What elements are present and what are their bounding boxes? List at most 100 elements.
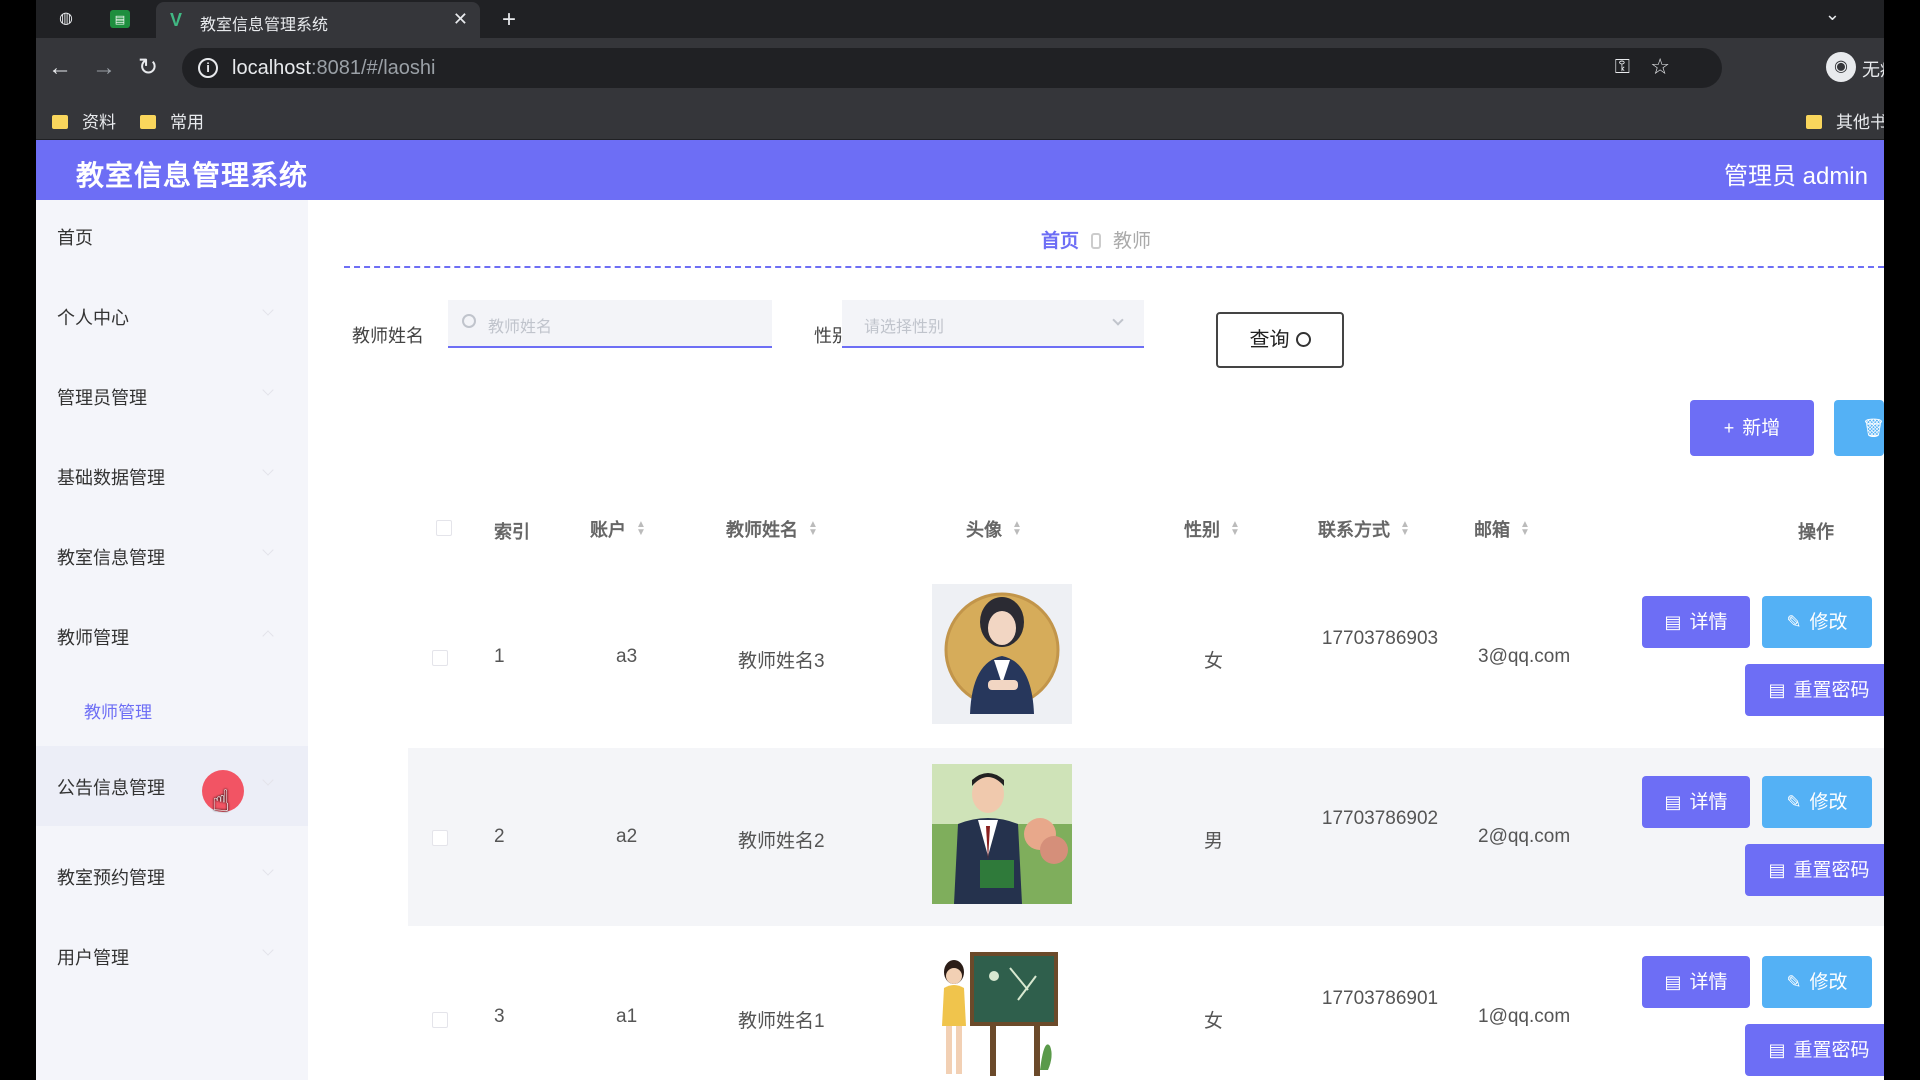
cell-email: 2@qq.com	[1478, 826, 1571, 847]
chevron-down-icon	[262, 544, 274, 556]
breadcrumb-separator-icon	[1091, 233, 1101, 249]
sheets-tab-icon[interactable]: ▤	[110, 10, 130, 28]
document-icon: ▤	[1768, 860, 1786, 880]
detail-button[interactable]: ▤ 详情	[1642, 956, 1750, 1008]
column-header-email[interactable]: 邮箱 ▲ ▼	[1474, 516, 1530, 542]
sidebar-item-users[interactable]: 用户管理	[36, 926, 308, 986]
edit-button-label: 修改	[1809, 612, 1848, 633]
sort-icon[interactable]: ▲ ▼	[1012, 520, 1022, 538]
close-tab-icon[interactable]: ✕	[453, 9, 468, 30]
sidebar-item-basic-data[interactable]: 基础数据管理	[36, 446, 308, 506]
detail-button[interactable]: ▤ 详情	[1642, 596, 1750, 648]
hand-cursor-icon: ☝	[212, 785, 231, 818]
column-header-contact[interactable]: 联系方式 ▲ ▼	[1318, 516, 1410, 542]
sidebar-item-label: 基础数据管理	[57, 468, 165, 488]
reset-password-button[interactable]: ▤ 重置密码	[1745, 664, 1884, 716]
cell-email: 1@qq.com	[1478, 1006, 1571, 1027]
browser-toolbar: ← → ↻ i localhost:8081/#/laoshi ⚿ ☆ ◉ 无痕	[36, 38, 1884, 98]
reset-password-button-label: 重置密码	[1793, 860, 1870, 881]
incognito-label[interactable]: 无痕	[1862, 56, 1884, 82]
teacher-avatar-image	[932, 584, 1072, 724]
gender-select-placeholder: 请选择性别	[864, 319, 945, 336]
sidebar-item-label: 用户管理	[57, 948, 129, 968]
bookmark-other[interactable]: 其他书签	[1806, 108, 1884, 133]
sidebar-item-label: 教室信息管理	[57, 548, 165, 568]
cell-phone: 17703786902	[1321, 808, 1439, 829]
new-tab-icon[interactable]: +	[502, 6, 516, 34]
sidebar-subitem-teacher-management[interactable]: 教师管理	[36, 680, 308, 740]
column-header-label: 性别	[1184, 520, 1220, 540]
folder-icon	[52, 115, 68, 129]
breadcrumb-current: 教师	[1113, 231, 1152, 252]
reset-password-button[interactable]: ▤ 重置密码	[1745, 1024, 1884, 1076]
bookmark-folder-1[interactable]: 资料	[52, 108, 116, 133]
folder-icon	[1806, 115, 1822, 129]
detail-button-label: 详情	[1689, 972, 1728, 993]
sort-icon[interactable]: ▲ ▼	[808, 520, 818, 538]
name-search-input[interactable]: 教师姓名	[448, 300, 772, 348]
query-button[interactable]: 查询	[1216, 312, 1344, 368]
delete-button[interactable]: 🗑删除	[1834, 400, 1884, 456]
select-all-checkbox[interactable]	[436, 520, 452, 536]
column-header-index: 索引	[494, 522, 530, 542]
name-filter-label: 教师姓名	[352, 326, 424, 346]
cell-index: 2	[494, 826, 505, 847]
sidebar-item-label: 教师管理	[57, 628, 129, 648]
sidebar-item-announcement[interactable]: 公告信息管理	[36, 746, 308, 826]
edit-button[interactable]: ✎ 修改	[1762, 596, 1872, 648]
document-icon: ▤	[1664, 612, 1682, 632]
sidebar-item-home[interactable]: 首页	[36, 206, 308, 266]
site-info-icon[interactable]: i	[198, 58, 218, 78]
current-user[interactable]: 管理员 admin	[1724, 156, 1868, 191]
sidebar-item-teacher-management[interactable]: 教师管理	[36, 606, 308, 666]
cell-email: 3@qq.com	[1478, 646, 1571, 667]
tab-search-chevron-icon[interactable]: ⌄	[1825, 4, 1840, 25]
edit-button[interactable]: ✎ 修改	[1762, 956, 1872, 1008]
cell-gender: 女	[1204, 1011, 1224, 1032]
cell-index: 1	[494, 646, 505, 667]
column-header-teacher-name[interactable]: 教师姓名 ▲ ▼	[726, 516, 818, 542]
sidebar-item-admin-management[interactable]: 管理员管理	[36, 366, 308, 426]
reload-icon[interactable]: ↻	[138, 54, 158, 82]
plus-icon: +	[1723, 418, 1735, 438]
sort-icon[interactable]: ▲ ▼	[1230, 520, 1240, 538]
incognito-icon[interactable]: ◉	[1826, 52, 1856, 82]
search-icon	[1295, 332, 1311, 347]
row-checkbox[interactable]	[432, 1012, 448, 1028]
globe-icon[interactable]: ◍	[56, 9, 76, 29]
key-icon[interactable]: ⚿	[1615, 56, 1630, 79]
column-header-gender[interactable]: 性别 ▲ ▼	[1184, 516, 1240, 542]
reset-password-button[interactable]: ▤ 重置密码	[1745, 844, 1884, 896]
add-button[interactable]: + 新增	[1690, 400, 1814, 456]
chevron-down-icon	[262, 464, 274, 476]
sort-icon[interactable]: ▲ ▼	[1520, 520, 1530, 538]
sort-icon[interactable]: ▲ ▼	[1400, 520, 1410, 538]
browser-tab-active[interactable]: V 教室信息管理系统 ✕	[156, 2, 480, 38]
url-text[interactable]: localhost:8081/#/laoshi	[232, 57, 435, 80]
bookmark-folder-2[interactable]: 常用	[140, 108, 204, 133]
edit-button-label: 修改	[1809, 972, 1848, 993]
sidebar-item-reservation[interactable]: 教室预约管理	[36, 846, 308, 906]
search-icon	[462, 314, 476, 328]
cell-teacher-name: 教师姓名2	[738, 831, 825, 852]
sidebar-item-personal-center[interactable]: 个人中心	[36, 286, 308, 346]
cell-account: a1	[616, 1006, 638, 1027]
edit-button[interactable]: ✎ 修改	[1762, 776, 1872, 828]
detail-button[interactable]: ▤ 详情	[1642, 776, 1750, 828]
row-checkbox[interactable]	[432, 650, 448, 666]
bookmark-star-icon[interactable]: ☆	[1650, 54, 1670, 80]
column-header-avatar[interactable]: 头像 ▲ ▼	[966, 516, 1022, 542]
sidebar-item-label: 公告信息管理	[57, 778, 165, 798]
row-checkbox[interactable]	[432, 830, 448, 846]
sidebar-item-classroom-info[interactable]: 教室信息管理	[36, 526, 308, 586]
query-button-label: 查询	[1249, 329, 1290, 351]
sort-icon[interactable]: ▲ ▼	[636, 520, 646, 538]
forward-arrow-icon[interactable]: →	[92, 54, 116, 82]
back-arrow-icon[interactable]: ←	[48, 54, 72, 82]
column-header-account[interactable]: 账户 ▲ ▼	[590, 516, 646, 542]
browser-tab-bar: ◍ ▤ V 教室信息管理系统 ✕ + ⌄	[36, 0, 1884, 38]
address-bar[interactable]: i localhost:8081/#/laoshi ⚿ ☆	[182, 48, 1722, 88]
gender-select[interactable]: 请选择性别	[842, 300, 1144, 348]
sidebar-item-label: 教室预约管理	[57, 868, 165, 888]
breadcrumb-home[interactable]: 首页	[1041, 231, 1079, 252]
